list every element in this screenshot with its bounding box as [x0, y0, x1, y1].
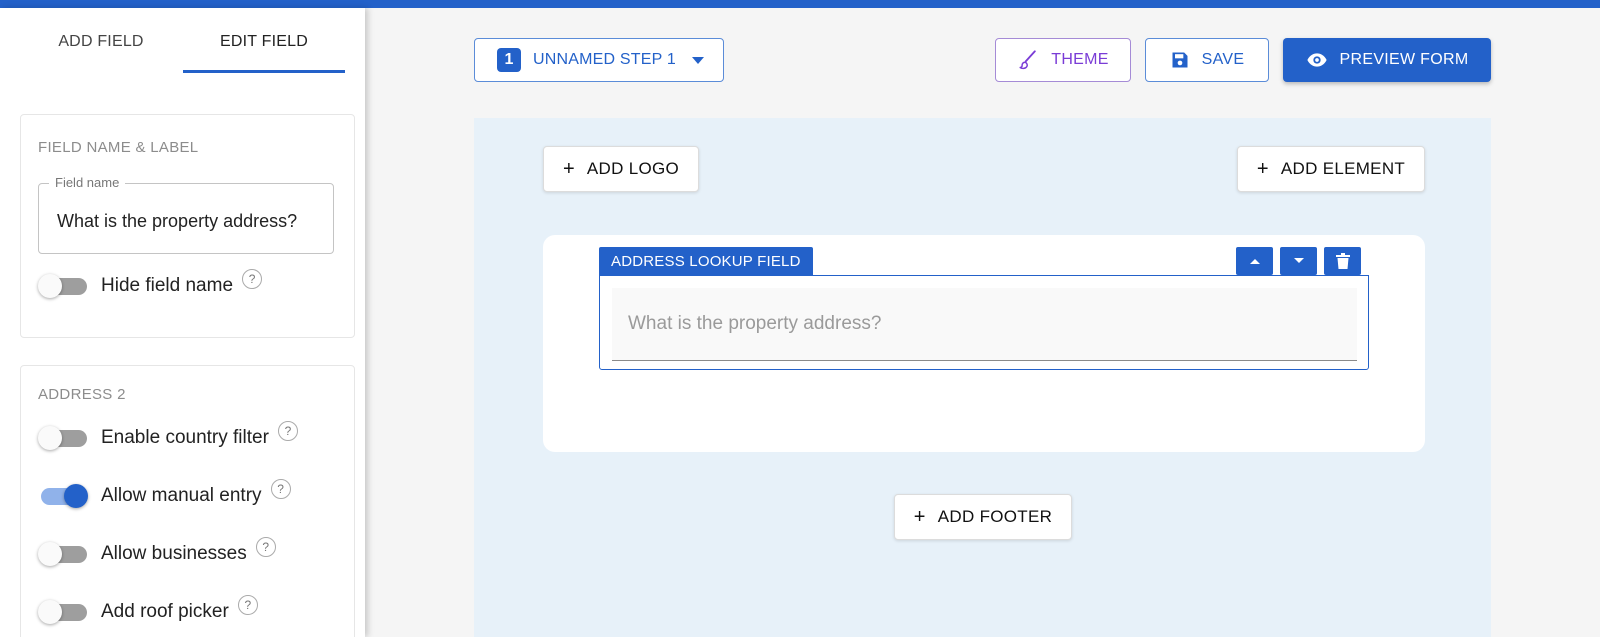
- help-icon[interactable]: ?: [242, 269, 263, 289]
- card-title: FIELD NAME & LABEL: [38, 139, 199, 156]
- field-name-input-label: Field name: [49, 175, 126, 190]
- help-icon[interactable]: ?: [255, 537, 276, 557]
- arrow-up-icon: [1249, 259, 1260, 264]
- plus-icon: +: [562, 157, 575, 180]
- toggle-label: Allow businesses: [101, 543, 247, 564]
- toggle-row-businesses: Allow businesses ?: [38, 537, 276, 569]
- help-icon[interactable]: ?: [270, 479, 291, 499]
- toggle-label: Hide field name: [101, 275, 234, 296]
- step-number-badge: 1: [497, 48, 521, 72]
- move-up-button[interactable]: [1236, 247, 1273, 275]
- address-lookup-field[interactable]: What is the property address?: [599, 275, 1369, 370]
- field-name-card: FIELD NAME & LABEL Field name What is th…: [20, 114, 355, 338]
- help-icon[interactable]: ?: [237, 595, 258, 615]
- save-button[interactable]: SAVE: [1145, 38, 1269, 82]
- toggle-row-manual-entry: Allow manual entry ?: [38, 479, 291, 511]
- active-tab-indicator: [183, 70, 345, 73]
- country-filter-toggle[interactable]: [38, 423, 88, 453]
- field-name-input[interactable]: Field name What is the property address?: [38, 175, 334, 254]
- tab-add-field[interactable]: ADD FIELD: [20, 8, 182, 75]
- field-type-tag: ADDRESS LOOKUP FIELD: [599, 247, 813, 275]
- address-lookup-input[interactable]: What is the property address?: [612, 288, 1357, 361]
- address-options-card: ADDRESS 2 Enable country filter ? Allow …: [20, 365, 355, 637]
- sidebar-tabs: ADD FIELD EDIT FIELD: [0, 8, 365, 75]
- save-button-label: SAVE: [1201, 51, 1245, 68]
- add-logo-button[interactable]: + ADD LOGO: [543, 146, 699, 192]
- manual-entry-toggle[interactable]: [38, 481, 88, 511]
- toggle-row-country-filter: Enable country filter ?: [38, 421, 298, 453]
- plus-icon: +: [913, 505, 926, 528]
- toggle-label: Allow manual entry: [101, 485, 262, 506]
- hide-field-name-toggle[interactable]: [38, 271, 88, 301]
- preview-form-button[interactable]: PREVIEW FORM: [1283, 38, 1491, 82]
- preview-form-label: PREVIEW FORM: [1339, 51, 1469, 68]
- arrow-down-icon: [1293, 258, 1304, 263]
- allow-businesses-toggle[interactable]: [38, 539, 88, 569]
- step-label: UNNAMED STEP 1: [533, 51, 676, 68]
- chevron-down-icon: [691, 56, 704, 64]
- card-title: ADDRESS 2: [38, 386, 126, 403]
- plus-icon: +: [1256, 157, 1269, 180]
- add-element-label: ADD ELEMENT: [1280, 159, 1406, 178]
- delete-field-button[interactable]: [1324, 247, 1361, 275]
- theme-button[interactable]: THEME: [995, 38, 1131, 82]
- eye-icon: [1306, 49, 1328, 71]
- move-down-button[interactable]: [1280, 247, 1317, 275]
- field-name-input-value: What is the property address?: [57, 211, 298, 231]
- hide-field-name-row: Hide field name ?: [38, 269, 263, 301]
- toggle-label: Enable country filter: [101, 427, 269, 448]
- top-accent-bar: [0, 0, 1600, 8]
- add-logo-label: ADD LOGO: [586, 159, 680, 178]
- form-step-card: ADDRESS LOOKUP FIELD What is the propert…: [543, 235, 1425, 452]
- sidebar: ADD FIELD EDIT FIELD FIELD NAME & LABEL …: [0, 8, 365, 637]
- roof-picker-toggle[interactable]: [38, 597, 88, 627]
- theme-button-label: THEME: [1051, 51, 1109, 68]
- toggle-row-roof-picker: Add roof picker ?: [38, 595, 258, 627]
- add-footer-label: ADD FOOTER: [937, 507, 1053, 526]
- add-element-button[interactable]: + ADD ELEMENT: [1237, 146, 1425, 192]
- help-icon[interactable]: ?: [277, 421, 298, 441]
- address-input-placeholder: What is the property address?: [628, 313, 882, 334]
- save-icon: [1170, 50, 1190, 70]
- form-canvas: + ADD LOGO + ADD ELEMENT ADDRESS LOOKUP …: [474, 118, 1491, 637]
- trash-icon: [1335, 253, 1350, 269]
- brush-icon: [1017, 49, 1039, 71]
- toggle-label: Add roof picker: [101, 601, 229, 622]
- add-footer-button[interactable]: + ADD FOOTER: [894, 494, 1072, 540]
- step-selector[interactable]: 1 UNNAMED STEP 1: [474, 38, 724, 82]
- tab-edit-field[interactable]: EDIT FIELD: [183, 8, 345, 75]
